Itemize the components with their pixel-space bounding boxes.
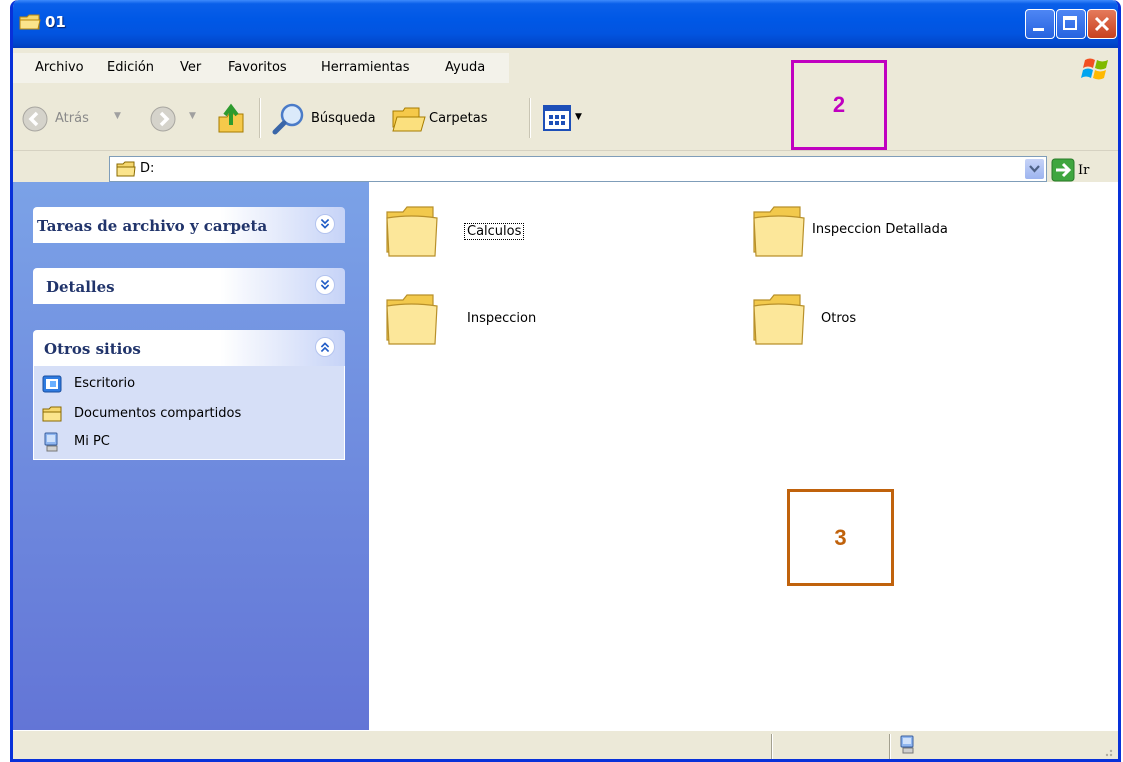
panel-title: Otros sitios: [44, 340, 141, 358]
folder-label[interactable]: Inspeccion Detallada: [812, 222, 948, 237]
link-documentos-compartidos[interactable]: Documentos compartidos: [74, 406, 241, 421]
folder-label[interactable]: Otros: [821, 311, 856, 326]
status-separator: [889, 734, 891, 759]
explorer-window: 01 Archivo Edición Ver Favoritos Herrami…: [10, 0, 1121, 762]
desktop-icon: [42, 375, 62, 393]
folder-icon: [116, 161, 136, 177]
go-arrow-icon[interactable]: [1051, 158, 1075, 182]
link-mi-pc[interactable]: Mi PC: [74, 434, 110, 449]
folder-icon: [753, 294, 805, 345]
link-escritorio[interactable]: Escritorio: [74, 376, 135, 391]
menu-ayuda[interactable]: Ayuda: [445, 60, 485, 75]
back-arrow-icon[interactable]: [21, 105, 49, 133]
folder-up-icon[interactable]: [217, 103, 247, 135]
folders-icon[interactable]: [391, 103, 427, 135]
minimize-icon: [1033, 28, 1044, 31]
chevron-collapse-icon[interactable]: [315, 337, 335, 357]
folder-item[interactable]: [750, 290, 808, 352]
panel-file-folder-tasks[interactable]: Tareas de archivo y carpeta: [33, 207, 345, 243]
address-value: D:: [140, 161, 155, 176]
status-separator: [771, 734, 773, 759]
other-places-list: Escritorio Documentos compartidos Mi PC: [33, 366, 345, 460]
folder-item[interactable]: [750, 202, 808, 264]
chevron-expand-icon[interactable]: [315, 214, 335, 234]
forward-arrow-icon[interactable]: [149, 105, 177, 133]
chevron-down-icon: [1029, 165, 1040, 173]
task-pane: Tareas de archivo y carpeta Detalles Otr…: [13, 182, 369, 730]
address-dropdown-button[interactable]: [1025, 159, 1044, 179]
folder-item[interactable]: [383, 290, 441, 352]
menu-edicion[interactable]: Edición: [107, 60, 154, 75]
folder-icon: [386, 294, 438, 345]
folder-icon: [19, 14, 41, 30]
my-computer-icon: [900, 735, 914, 754]
title-bar[interactable]: 01: [13, 0, 1118, 48]
toolbar: Atrás ▼ ▼ Búsqueda Carpetas ▼: [13, 88, 1118, 151]
panel-title: Tareas de archivo y carpeta: [37, 217, 268, 235]
folders-button-label[interactable]: Carpetas: [429, 111, 487, 126]
folder-label[interactable]: Inspeccion: [467, 311, 536, 326]
panel-title: Detalles: [46, 278, 115, 296]
close-icon: [1094, 16, 1110, 32]
search-button-label[interactable]: Búsqueda: [311, 111, 376, 126]
maximize-button[interactable]: [1056, 9, 1086, 39]
resize-grip-icon[interactable]: [1101, 745, 1113, 757]
menu-archivo[interactable]: Archivo: [35, 60, 84, 75]
shared-documents-icon: [42, 406, 62, 422]
status-bar: [13, 730, 1118, 759]
menu-bar: Archivo Edición Ver Favoritos Herramient…: [13, 48, 1118, 89]
annotation-callout-2: 2: [791, 60, 887, 150]
menu-favoritos[interactable]: Favoritos: [228, 60, 287, 75]
address-input[interactable]: D:: [109, 156, 1047, 182]
back-dropdown-icon[interactable]: ▼: [114, 111, 121, 121]
toolbar-separator: [529, 98, 531, 138]
minimize-button[interactable]: [1025, 9, 1055, 39]
magnifier-icon[interactable]: [271, 101, 307, 137]
folder-item[interactable]: [383, 202, 441, 264]
file-view[interactable]: Calculos Inspeccion Detallada Inspeccion…: [369, 182, 1118, 730]
folder-label[interactable]: Calculos: [463, 223, 525, 240]
folder-icon: [386, 206, 438, 257]
go-button-label[interactable]: Ir: [1078, 163, 1089, 178]
folder-icon: [753, 206, 805, 257]
windows-logo-icon: [1081, 58, 1108, 80]
panel-other-places[interactable]: Otros sitios: [33, 330, 345, 366]
window-title: 01: [45, 13, 66, 31]
my-computer-icon: [44, 432, 58, 452]
close-button[interactable]: [1087, 9, 1117, 39]
menu-ver[interactable]: Ver: [180, 60, 201, 75]
menu-herramientas[interactable]: Herramientas: [321, 60, 410, 75]
back-button-label[interactable]: Atrás: [55, 111, 89, 126]
chevron-expand-icon[interactable]: [315, 275, 335, 295]
forward-dropdown-icon[interactable]: ▼: [189, 111, 196, 121]
panel-details[interactable]: Detalles: [33, 268, 345, 304]
maximize-icon: [1063, 16, 1077, 30]
toolbar-separator: [259, 98, 261, 138]
views-icon[interactable]: [543, 105, 571, 131]
annotation-callout-3: 3: [787, 489, 894, 586]
views-dropdown-icon[interactable]: ▼: [575, 112, 582, 122]
